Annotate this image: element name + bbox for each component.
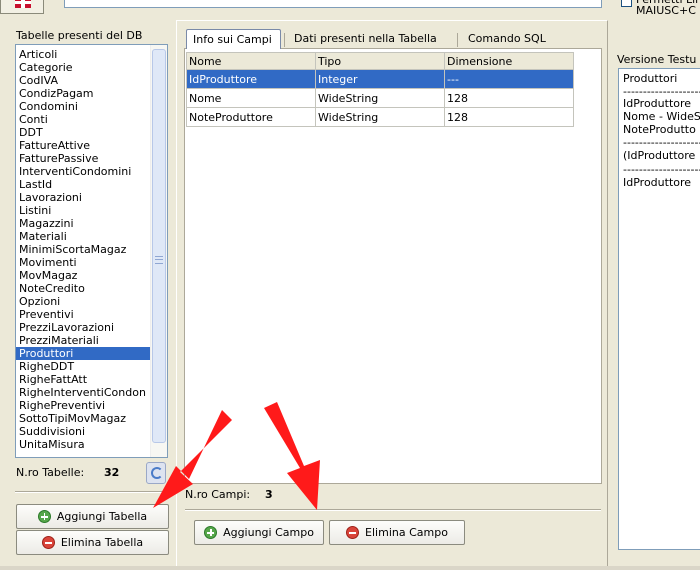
table-row[interactable]: IdProduttore Integer --- bbox=[186, 69, 574, 89]
uk-flag-icon bbox=[15, 0, 31, 8]
list-item[interactable]: Suddivisioni bbox=[16, 425, 151, 438]
delete-field-button[interactable]: Elimina Campo bbox=[329, 520, 465, 545]
version-text-line: IdProduttore bbox=[623, 176, 692, 189]
add-table-button[interactable]: Aggiungi Tabella bbox=[16, 504, 169, 529]
delete-icon bbox=[346, 526, 360, 539]
delete-field-label: Elimina Campo bbox=[365, 526, 448, 539]
grid-cell[interactable]: --- bbox=[444, 69, 574, 89]
list-item[interactable]: Lavorazioni bbox=[16, 191, 151, 204]
grid-cell[interactable]: Nome bbox=[186, 88, 316, 108]
tables-count-label: N.ro Tabelle: bbox=[16, 466, 85, 479]
list-item[interactable]: Condomini bbox=[16, 100, 151, 113]
version-text-line: --------------------- bbox=[623, 163, 700, 176]
delete-table-button[interactable]: Elimina Tabella bbox=[16, 530, 169, 555]
add-icon bbox=[204, 526, 218, 539]
version-text-line: --------------------- bbox=[623, 136, 700, 149]
table-row[interactable]: NoteProduttore WideString 128 bbox=[186, 107, 574, 127]
list-item[interactable]: PrezziLavorazioni bbox=[16, 321, 151, 334]
delete-icon bbox=[41, 536, 55, 549]
grid-header-tipo[interactable]: Tipo bbox=[315, 52, 445, 70]
refresh-icon bbox=[151, 467, 163, 479]
bottom-edge bbox=[0, 566, 700, 570]
list-item[interactable]: RighePreventivi bbox=[16, 399, 151, 412]
grid-cell[interactable]: WideString bbox=[315, 88, 445, 108]
separator bbox=[185, 509, 601, 511]
permetti-checkbox[interactable] bbox=[621, 0, 632, 7]
grid-header-dimensione[interactable]: Dimensione bbox=[444, 52, 574, 70]
list-item[interactable]: RigheFattAtt bbox=[16, 373, 151, 386]
tables-list-label: Tabelle presenti del DB bbox=[16, 29, 143, 42]
list-item[interactable]: SottoTipiMovMagaz bbox=[16, 412, 151, 425]
permetti-label: Permetti Lin MAIUSC+C bbox=[636, 0, 700, 17]
tables-list[interactable]: Articoli Categorie CodIVA CondizPagam Condom… bbox=[15, 44, 168, 458]
version-text-line: IdProduttore bbox=[623, 97, 692, 110]
scrollbar-thumb[interactable] bbox=[152, 49, 166, 443]
separator bbox=[15, 491, 167, 493]
version-text-line: Produttori bbox=[623, 72, 678, 85]
list-item[interactable]: MovMagaz bbox=[16, 269, 151, 282]
grid-cell[interactable]: WideString bbox=[315, 107, 445, 127]
list-item[interactable]: Opzioni bbox=[16, 295, 151, 308]
grid-cell[interactable]: NoteProduttore bbox=[186, 107, 316, 127]
grid-header-row: Nome Tipo Dimensione bbox=[186, 52, 574, 70]
list-item[interactable]: RigheDDT bbox=[16, 360, 151, 373]
grid-cell[interactable]: IdProduttore bbox=[186, 69, 316, 89]
list-item[interactable]: LastId bbox=[16, 178, 151, 191]
list-item[interactable]: InterventiCondomini bbox=[16, 165, 151, 178]
add-field-button[interactable]: Aggiungi Campo bbox=[194, 520, 324, 545]
list-item[interactable]: Materiali bbox=[16, 230, 151, 243]
grid-cell[interactable]: Integer bbox=[315, 69, 445, 89]
tab-comando-sql[interactable]: Comando SQL bbox=[462, 29, 552, 49]
list-item[interactable]: FatturePassive bbox=[16, 152, 151, 165]
list-item[interactable]: Categorie bbox=[16, 61, 151, 74]
version-text-line: NoteProdutto bbox=[623, 123, 696, 136]
grid-header-nome[interactable]: Nome bbox=[186, 52, 316, 70]
version-text-line: Nome - WideS bbox=[623, 110, 700, 123]
tables-scrollbar[interactable] bbox=[150, 45, 167, 457]
add-table-label: Aggiungi Tabella bbox=[56, 510, 148, 523]
refresh-button[interactable] bbox=[146, 462, 166, 484]
add-field-label: Aggiungi Campo bbox=[223, 526, 314, 539]
tables-count-value: 32 bbox=[104, 466, 120, 479]
fields-count-label: N.ro Campi: bbox=[185, 488, 251, 501]
grid-cell[interactable]: 128 bbox=[444, 107, 574, 127]
tab-dati-tabella[interactable]: Dati presenti nella Tabella bbox=[288, 29, 443, 49]
list-item[interactable]: Preventivi bbox=[16, 308, 151, 321]
list-item[interactable]: Produttori bbox=[16, 347, 151, 360]
tab-info-campi[interactable]: Info sui Campi bbox=[186, 29, 281, 49]
list-item[interactable]: NoteCredito bbox=[16, 282, 151, 295]
fields-count-value: 3 bbox=[265, 488, 273, 501]
tab-divider bbox=[284, 33, 285, 47]
list-item[interactable]: Conti bbox=[16, 113, 151, 126]
list-item[interactable]: Magazzini bbox=[16, 217, 151, 230]
table-row[interactable]: Nome WideString 128 bbox=[186, 88, 574, 108]
list-item[interactable]: CondizPagam bbox=[16, 87, 151, 100]
list-item[interactable]: DDT bbox=[16, 126, 151, 139]
list-item[interactable]: Movimenti bbox=[16, 256, 151, 269]
version-text-label: Versione Testu bbox=[617, 53, 697, 66]
add-icon bbox=[37, 510, 51, 523]
grid-cell[interactable]: 128 bbox=[444, 88, 574, 108]
list-item[interactable]: Articoli bbox=[16, 48, 151, 61]
list-item[interactable]: FattureAttive bbox=[16, 139, 151, 152]
list-item[interactable]: PrezziMateriali bbox=[16, 334, 151, 347]
fields-grid[interactable]: Nome Tipo Dimensione IdProduttore Intege… bbox=[186, 52, 574, 127]
list-item[interactable]: UnitaMisura bbox=[16, 438, 151, 451]
scroll-grip-icon bbox=[155, 256, 163, 264]
list-item[interactable]: MinimiScortaMagaz bbox=[16, 243, 151, 256]
list-item[interactable]: Listini bbox=[16, 204, 151, 217]
delete-table-label: Elimina Tabella bbox=[60, 536, 144, 549]
tab-divider bbox=[457, 33, 458, 47]
list-item[interactable]: RigheInterventiCondon bbox=[16, 386, 151, 399]
database-path-field[interactable] bbox=[64, 0, 602, 8]
language-button[interactable] bbox=[0, 0, 44, 14]
version-text-box[interactable]: Produttori --------------------- IdProdutt… bbox=[618, 68, 700, 550]
version-text-line: (IdProduttore bbox=[623, 149, 696, 162]
list-item[interactable]: CodIVA bbox=[16, 74, 151, 87]
